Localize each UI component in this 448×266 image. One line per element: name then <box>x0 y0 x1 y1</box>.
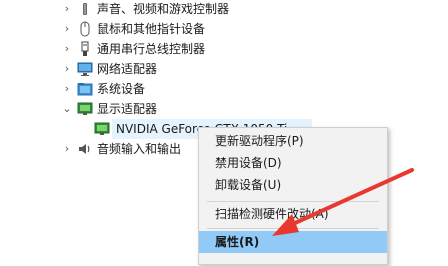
menu-item-update-driver[interactable]: 更新驱动程序(P) <box>199 130 387 152</box>
tree-item-label: 通用串行总线控制器 <box>97 42 206 56</box>
network-icon <box>77 61 93 77</box>
menu-item-scan-hardware-changes[interactable]: 扫描检测硬件改动(A) <box>199 203 387 225</box>
tree-item-display-adapters[interactable]: ⌄ 显示适配器 <box>0 98 448 120</box>
chevron-right-icon[interactable]: › <box>61 43 73 55</box>
menu-item-properties[interactable]: 属性(R) <box>199 231 387 253</box>
chevron-right-icon[interactable]: › <box>61 63 73 75</box>
menu-item-label: 属性(R) <box>215 235 260 249</box>
tree-item-system-devices[interactable]: › 系统设备 <box>0 78 448 100</box>
display-adapter-icon <box>94 122 110 136</box>
chevron-right-icon[interactable]: › <box>61 83 73 95</box>
speaker-icon <box>77 1 93 17</box>
menu-item-label: 扫描检测硬件改动(A) <box>215 207 329 221</box>
usb-icon <box>77 41 93 57</box>
menu-item-disable-device[interactable]: 禁用设备(D) <box>199 152 387 174</box>
tree-item-label: 音频输入和输出 <box>97 142 182 156</box>
tree-item-usb-controllers[interactable]: › 通用串行总线控制器 <box>0 38 448 60</box>
audio-io-icon <box>77 141 93 157</box>
menu-item-label: 更新驱动程序(P) <box>215 134 304 148</box>
chevron-down-icon[interactable]: ⌄ <box>61 103 73 115</box>
chevron-right-icon[interactable]: › <box>61 23 73 35</box>
menu-item-uninstall-device[interactable]: 卸载设备(U) <box>199 174 387 196</box>
mouse-icon <box>77 21 93 37</box>
tree-item-mouse[interactable]: › 鼠标和其他指针设备 <box>0 18 448 40</box>
display-adapter-icon <box>77 101 93 117</box>
chevron-right-icon[interactable]: › <box>61 143 73 155</box>
tree-item-label: 网络适配器 <box>97 62 158 76</box>
tree-item-label: 鼠标和其他指针设备 <box>97 22 206 36</box>
tree-item-sound-video-game[interactable]: › 声音、视频和游戏控制器 <box>0 0 448 20</box>
tree-item-network-adapters[interactable]: › 网络适配器 <box>0 58 448 80</box>
menu-separator <box>207 228 379 229</box>
menu-item-label: 禁用设备(D) <box>215 156 282 170</box>
menu-item-label: 卸载设备(U) <box>215 178 282 192</box>
chevron-right-icon[interactable]: › <box>61 3 73 15</box>
tree-item-label: 声音、视频和游戏控制器 <box>97 2 230 16</box>
system-folder-icon <box>77 81 93 97</box>
tree-item-label: 系统设备 <box>97 82 146 96</box>
context-menu: 更新驱动程序(P) 禁用设备(D) 卸载设备(U) 扫描检测硬件改动(A) 属性… <box>198 127 388 265</box>
tree-item-label: 显示适配器 <box>97 102 158 116</box>
menu-separator <box>207 201 379 202</box>
